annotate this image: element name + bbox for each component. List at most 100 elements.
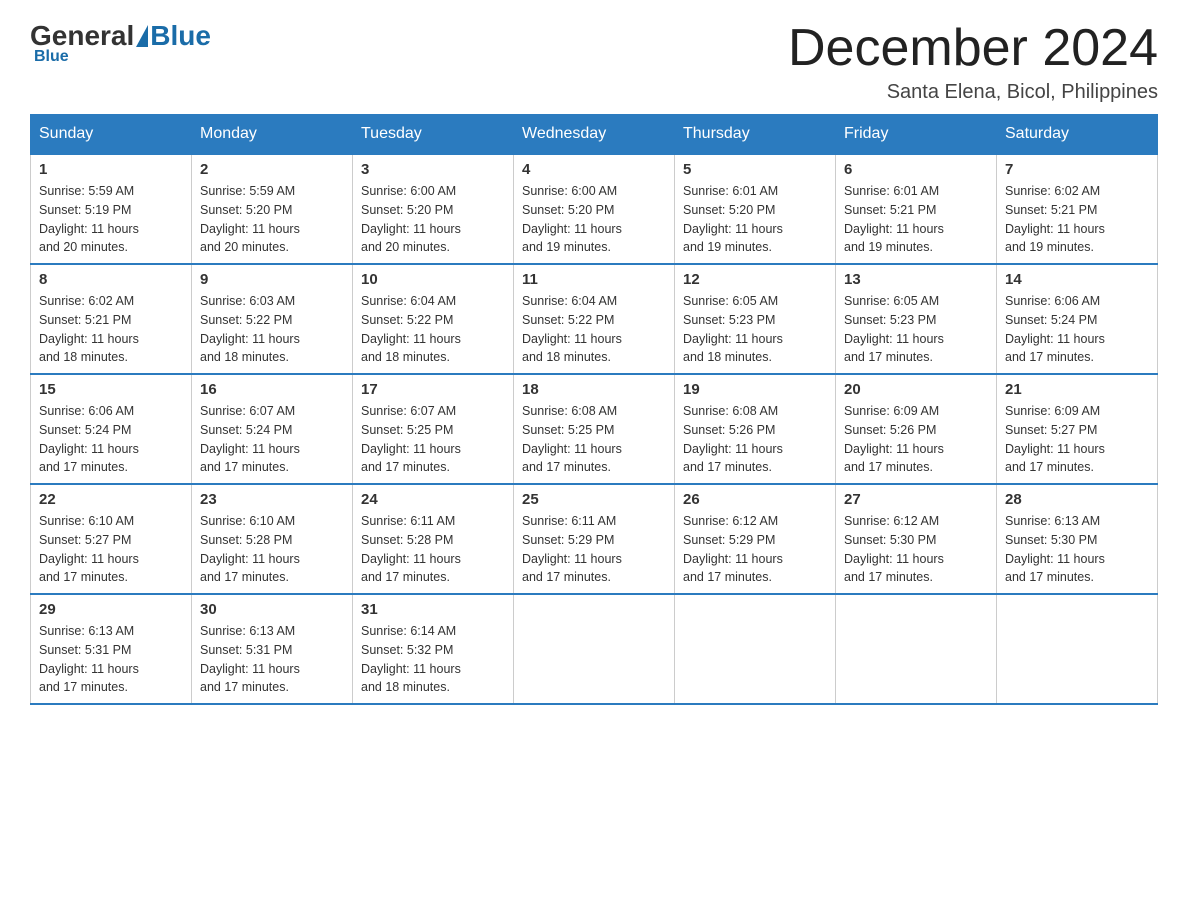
day-info: Sunrise: 5:59 AMSunset: 5:20 PMDaylight:… xyxy=(200,182,344,257)
day-info: Sunrise: 6:07 AMSunset: 5:24 PMDaylight:… xyxy=(200,402,344,477)
calendar-cell: 26 Sunrise: 6:12 AMSunset: 5:29 PMDayligh… xyxy=(675,484,836,594)
day-info: Sunrise: 6:06 AMSunset: 5:24 PMDaylight:… xyxy=(39,402,183,477)
day-number: 7 xyxy=(1005,161,1149,178)
calendar-cell: 1 Sunrise: 5:59 AMSunset: 5:19 PMDaylight… xyxy=(31,154,192,264)
week-row-5: 29 Sunrise: 6:13 AMSunset: 5:31 PMDayligh… xyxy=(31,594,1158,704)
day-number: 24 xyxy=(361,491,505,508)
day-number: 31 xyxy=(361,601,505,618)
calendar-cell: 31 Sunrise: 6:14 AMSunset: 5:32 PMDayligh… xyxy=(353,594,514,704)
day-info: Sunrise: 6:04 AMSunset: 5:22 PMDaylight:… xyxy=(361,292,505,367)
location-title: Santa Elena, Bicol, Philippines xyxy=(788,81,1158,104)
day-number: 25 xyxy=(522,491,666,508)
header-day-sunday: Sunday xyxy=(31,115,192,155)
day-number: 26 xyxy=(683,491,827,508)
day-info: Sunrise: 6:05 AMSunset: 5:23 PMDaylight:… xyxy=(683,292,827,367)
calendar-cell: 27Sunrise: 6:12 AMSunset: 5:30 PMDayligh… xyxy=(836,484,997,594)
day-number: 15 xyxy=(39,381,183,398)
calendar-cell: 12 Sunrise: 6:05 AMSunset: 5:23 PMDayligh… xyxy=(675,264,836,374)
calendar-cell: 30Sunrise: 6:13 AMSunset: 5:31 PMDayligh… xyxy=(192,594,353,704)
day-number: 21 xyxy=(1005,381,1149,398)
logo-blue-text: Blue xyxy=(150,20,211,52)
day-number: 1 xyxy=(39,161,183,178)
calendar-cell: 25 Sunrise: 6:11 AMSunset: 5:29 PMDayligh… xyxy=(514,484,675,594)
calendar-cell: 15 Sunrise: 6:06 AMSunset: 5:24 PMDayligh… xyxy=(31,374,192,484)
day-number: 6 xyxy=(844,161,988,178)
day-info: Sunrise: 6:13 AMSunset: 5:31 PMDaylight:… xyxy=(39,622,183,697)
day-number: 9 xyxy=(200,271,344,288)
day-info: Sunrise: 6:12 AMSunset: 5:29 PMDaylight:… xyxy=(683,512,827,587)
calendar-cell xyxy=(836,594,997,704)
day-number: 3 xyxy=(361,161,505,178)
calendar-table: SundayMondayTuesdayWednesdayThursdayFrid… xyxy=(30,114,1158,705)
calendar-cell: 28Sunrise: 6:13 AMSunset: 5:30 PMDayligh… xyxy=(997,484,1158,594)
day-number: 14 xyxy=(1005,271,1149,288)
day-number: 30 xyxy=(200,601,344,618)
calendar-cell: 19 Sunrise: 6:08 AMSunset: 5:26 PMDayligh… xyxy=(675,374,836,484)
day-info: Sunrise: 6:10 AMSunset: 5:27 PMDaylight:… xyxy=(39,512,183,587)
day-info: Sunrise: 6:08 AMSunset: 5:26 PMDaylight:… xyxy=(683,402,827,477)
day-number: 16 xyxy=(200,381,344,398)
header-row: SundayMondayTuesdayWednesdayThursdayFrid… xyxy=(31,115,1158,155)
calendar-cell: 20 Sunrise: 6:09 AMSunset: 5:26 PMDayligh… xyxy=(836,374,997,484)
day-info: Sunrise: 6:02 AMSunset: 5:21 PMDaylight:… xyxy=(1005,182,1149,257)
day-info: Sunrise: 6:10 AMSunset: 5:28 PMDaylight:… xyxy=(200,512,344,587)
logo: General Blue Blue xyxy=(30,20,211,66)
header-day-wednesday: Wednesday xyxy=(514,115,675,155)
calendar-cell xyxy=(675,594,836,704)
day-info: Sunrise: 6:06 AMSunset: 5:24 PMDaylight:… xyxy=(1005,292,1149,367)
day-number: 11 xyxy=(522,271,666,288)
day-info: Sunrise: 6:14 AMSunset: 5:32 PMDaylight:… xyxy=(361,622,505,697)
day-number: 27 xyxy=(844,491,988,508)
calendar-cell: 22 Sunrise: 6:10 AMSunset: 5:27 PMDayligh… xyxy=(31,484,192,594)
calendar-cell xyxy=(997,594,1158,704)
week-row-2: 8Sunrise: 6:02 AMSunset: 5:21 PMDaylight… xyxy=(31,264,1158,374)
day-number: 13 xyxy=(844,271,988,288)
calendar-cell: 7 Sunrise: 6:02 AMSunset: 5:21 PMDaylight… xyxy=(997,154,1158,264)
day-number: 28 xyxy=(1005,491,1149,508)
day-info: Sunrise: 5:59 AMSunset: 5:19 PMDaylight:… xyxy=(39,182,183,257)
month-title: December 2024 xyxy=(788,20,1158,77)
calendar-cell: 13 Sunrise: 6:05 AMSunset: 5:23 PMDayligh… xyxy=(836,264,997,374)
calendar-cell: 18 Sunrise: 6:08 AMSunset: 5:25 PMDayligh… xyxy=(514,374,675,484)
calendar-cell: 24 Sunrise: 6:11 AMSunset: 5:28 PMDayligh… xyxy=(353,484,514,594)
day-number: 4 xyxy=(522,161,666,178)
day-info: Sunrise: 6:11 AMSunset: 5:28 PMDaylight:… xyxy=(361,512,505,587)
day-info: Sunrise: 6:05 AMSunset: 5:23 PMDaylight:… xyxy=(844,292,988,367)
calendar-cell: 3 Sunrise: 6:00 AMSunset: 5:20 PMDaylight… xyxy=(353,154,514,264)
header-day-saturday: Saturday xyxy=(997,115,1158,155)
calendar-cell: 9 Sunrise: 6:03 AMSunset: 5:22 PMDaylight… xyxy=(192,264,353,374)
calendar-cell: 5Sunrise: 6:01 AMSunset: 5:20 PMDaylight… xyxy=(675,154,836,264)
day-number: 29 xyxy=(39,601,183,618)
header-day-thursday: Thursday xyxy=(675,115,836,155)
calendar-cell xyxy=(514,594,675,704)
day-number: 19 xyxy=(683,381,827,398)
day-info: Sunrise: 6:11 AMSunset: 5:29 PMDaylight:… xyxy=(522,512,666,587)
day-info: Sunrise: 6:09 AMSunset: 5:26 PMDaylight:… xyxy=(844,402,988,477)
day-info: Sunrise: 6:03 AMSunset: 5:22 PMDaylight:… xyxy=(200,292,344,367)
week-row-1: 1 Sunrise: 5:59 AMSunset: 5:19 PMDaylight… xyxy=(31,154,1158,264)
header-day-friday: Friday xyxy=(836,115,997,155)
header-day-tuesday: Tuesday xyxy=(353,115,514,155)
day-info: Sunrise: 6:04 AMSunset: 5:22 PMDaylight:… xyxy=(522,292,666,367)
logo-triangle-icon xyxy=(136,25,148,47)
day-number: 23 xyxy=(200,491,344,508)
logo-underline: Blue xyxy=(30,48,69,66)
day-info: Sunrise: 6:09 AMSunset: 5:27 PMDaylight:… xyxy=(1005,402,1149,477)
calendar-cell: 29 Sunrise: 6:13 AMSunset: 5:31 PMDayligh… xyxy=(31,594,192,704)
day-info: Sunrise: 6:07 AMSunset: 5:25 PMDaylight:… xyxy=(361,402,505,477)
calendar-cell: 17Sunrise: 6:07 AMSunset: 5:25 PMDayligh… xyxy=(353,374,514,484)
calendar-cell: 4 Sunrise: 6:00 AMSunset: 5:20 PMDaylight… xyxy=(514,154,675,264)
day-number: 12 xyxy=(683,271,827,288)
calendar-cell: 16 Sunrise: 6:07 AMSunset: 5:24 PMDayligh… xyxy=(192,374,353,484)
day-number: 18 xyxy=(522,381,666,398)
calendar-body: 1 Sunrise: 5:59 AMSunset: 5:19 PMDaylight… xyxy=(31,154,1158,704)
day-info: Sunrise: 6:01 AMSunset: 5:21 PMDaylight:… xyxy=(844,182,988,257)
day-info: Sunrise: 6:00 AMSunset: 5:20 PMDaylight:… xyxy=(361,182,505,257)
day-info: Sunrise: 6:00 AMSunset: 5:20 PMDaylight:… xyxy=(522,182,666,257)
header-day-monday: Monday xyxy=(192,115,353,155)
day-number: 20 xyxy=(844,381,988,398)
day-number: 22 xyxy=(39,491,183,508)
title-section: December 2024 Santa Elena, Bicol, Philip… xyxy=(788,20,1158,104)
day-info: Sunrise: 6:08 AMSunset: 5:25 PMDaylight:… xyxy=(522,402,666,477)
calendar-cell: 10Sunrise: 6:04 AMSunset: 5:22 PMDayligh… xyxy=(353,264,514,374)
